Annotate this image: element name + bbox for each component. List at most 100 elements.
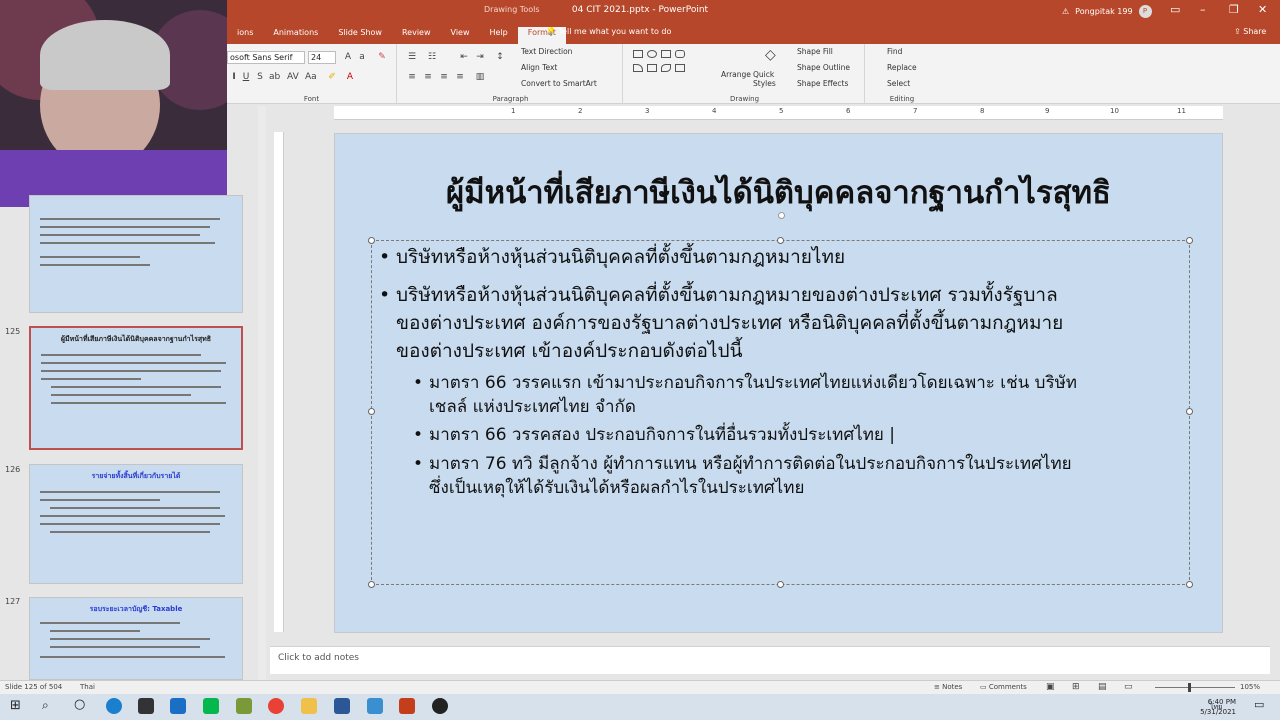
convert-smartart-button[interactable]: Convert to SmartArt bbox=[521, 79, 597, 88]
tab-review[interactable]: Review bbox=[392, 27, 441, 44]
resize-handle[interactable] bbox=[1186, 237, 1193, 244]
columns-icon[interactable]: ▥ bbox=[475, 72, 485, 82]
replace-button[interactable]: Replace bbox=[887, 63, 917, 72]
resize-handle[interactable] bbox=[368, 237, 375, 244]
arrange-button[interactable]: Arrange bbox=[721, 70, 751, 79]
restore-icon[interactable]: ❐ bbox=[1229, 3, 1239, 16]
change-case-icon[interactable]: Aa bbox=[305, 72, 317, 82]
share-button[interactable]: ⇪ Share bbox=[1234, 27, 1266, 36]
align-center-icon[interactable]: ≡ bbox=[423, 72, 433, 82]
resize-handle[interactable] bbox=[368, 581, 375, 588]
zoom-slider[interactable] bbox=[1155, 687, 1235, 688]
notes-button[interactable]: ≡ Notes bbox=[934, 683, 962, 691]
resize-handle[interactable] bbox=[777, 581, 784, 588]
slide-title[interactable]: ผู้มีหน้าที่เสียภาษีเงินได้นิติบุคคลจากฐ… bbox=[335, 167, 1222, 217]
font-size-box[interactable]: 24 bbox=[308, 51, 336, 64]
highlight-icon[interactable]: ✐ bbox=[327, 72, 337, 82]
align-right-icon[interactable]: ≡ bbox=[439, 72, 449, 82]
shape-arrow-icon[interactable] bbox=[647, 64, 657, 72]
increase-indent-icon[interactable]: ⇥ bbox=[475, 52, 485, 62]
word-icon[interactable] bbox=[334, 698, 350, 714]
strikethrough-icon[interactable]: ab bbox=[269, 72, 280, 82]
tab-animations[interactable]: Animations bbox=[263, 27, 328, 44]
quick-styles-button[interactable]: Quick Styles bbox=[753, 70, 779, 88]
increase-font-icon[interactable]: A bbox=[343, 52, 353, 62]
comments-button[interactable]: ▭ Comments bbox=[980, 683, 1027, 691]
file-explorer-icon[interactable] bbox=[301, 698, 317, 714]
tell-me-search[interactable]: 💡 Tell me what you want to do bbox=[546, 27, 671, 36]
language-indicator[interactable]: Thai bbox=[80, 683, 95, 691]
obs-icon[interactable] bbox=[432, 698, 448, 714]
reading-view-icon[interactable]: ▤ bbox=[1098, 682, 1107, 692]
text-direction-button[interactable]: Text Direction bbox=[521, 47, 572, 56]
slide-thumbnail[interactable]: รายจ่ายทั้งสิ้นที่เกี่ยวกับรายได้ bbox=[29, 464, 243, 584]
app-icon[interactable] bbox=[236, 698, 252, 714]
underline-icon[interactable]: U bbox=[241, 72, 251, 82]
powerpoint-icon[interactable] bbox=[399, 698, 415, 714]
clear-format-icon[interactable]: ✎ bbox=[377, 52, 387, 62]
align-left-icon[interactable]: ≡ bbox=[407, 72, 417, 82]
line-icon[interactable] bbox=[203, 698, 219, 714]
resize-handle[interactable] bbox=[368, 408, 375, 415]
char-spacing-icon[interactable]: AV bbox=[287, 72, 299, 82]
zoom-slider-thumb[interactable] bbox=[1188, 683, 1191, 692]
shape-textbox-icon[interactable] bbox=[633, 50, 643, 58]
bullets-icon[interactable]: ☰ bbox=[407, 52, 417, 62]
search-icon[interactable]: ⌕ bbox=[42, 698, 49, 713]
user-account[interactable]: ⚠ Pongpitak 199 P bbox=[1062, 5, 1152, 18]
content-textbox[interactable]: • บริษัทหรือห้างหุ้นส่วนนิติบุคคลที่ตั้งข… bbox=[368, 237, 1193, 588]
shape-curve-icon[interactable] bbox=[661, 64, 671, 72]
shape-fill-button[interactable]: Shape Fill bbox=[797, 47, 833, 56]
shadow-icon[interactable]: S bbox=[255, 72, 265, 82]
slide-thumbnail[interactable]: รอบระยะเวลาบัญชี: Taxable bbox=[29, 597, 243, 680]
shape-star-icon[interactable] bbox=[675, 64, 685, 72]
slideshow-icon[interactable]: ▭ bbox=[1124, 682, 1133, 692]
slide-sorter-icon[interactable]: ⊞ bbox=[1072, 682, 1080, 692]
store-icon[interactable] bbox=[138, 698, 154, 714]
tab-slide-show[interactable]: Slide Show bbox=[328, 27, 392, 44]
resize-handle[interactable] bbox=[777, 237, 784, 244]
zoom-level[interactable]: 105% bbox=[1240, 683, 1260, 691]
shape-outline-button[interactable]: Shape Outline bbox=[797, 63, 850, 72]
slide-thumbnail[interactable] bbox=[29, 195, 243, 313]
resize-handle[interactable] bbox=[1186, 581, 1193, 588]
rotate-handle[interactable] bbox=[778, 212, 785, 219]
chrome-icon[interactable] bbox=[268, 698, 284, 714]
notification-icon[interactable]: ▭ bbox=[1254, 698, 1264, 711]
shape-triangle-icon[interactable] bbox=[633, 64, 643, 72]
font-name-box[interactable]: osoft Sans Serif bbox=[227, 51, 305, 64]
edge-icon[interactable] bbox=[106, 698, 122, 714]
shape-oval-icon[interactable] bbox=[647, 50, 657, 58]
thumbnail-scrollbar[interactable] bbox=[258, 106, 266, 680]
line-spacing-icon[interactable]: ↕ bbox=[495, 52, 505, 62]
tab-view[interactable]: View bbox=[441, 27, 480, 44]
slide-canvas[interactable]: ผู้มีหน้าที่เสียภาษีเงินได้นิติบุคคลจากฐ… bbox=[334, 133, 1223, 633]
system-clock[interactable]: 6:40 PM 5/31/2021 bbox=[1200, 697, 1236, 717]
numbering-icon[interactable]: ☷ bbox=[427, 52, 437, 62]
decrease-font-icon[interactable]: a bbox=[357, 52, 367, 62]
windows-start-icon[interactable]: ⊞ bbox=[10, 698, 21, 713]
notes-pane[interactable]: Click to add notes bbox=[270, 646, 1270, 674]
font-color-icon[interactable]: A bbox=[345, 72, 355, 82]
bold-icon[interactable]: I bbox=[229, 72, 239, 82]
shape-rect-icon[interactable] bbox=[661, 50, 671, 58]
select-button[interactable]: Select bbox=[887, 79, 910, 88]
ribbon-display-icon[interactable]: ▭ bbox=[1170, 3, 1180, 16]
resize-handle[interactable] bbox=[1186, 408, 1193, 415]
mail-icon[interactable] bbox=[170, 698, 186, 714]
normal-view-icon[interactable]: ▣ bbox=[1046, 682, 1055, 692]
quick-styles-icon[interactable]: ◇ bbox=[765, 48, 776, 62]
find-button[interactable]: Find bbox=[887, 47, 902, 56]
close-icon[interactable]: ✕ bbox=[1258, 3, 1267, 16]
app-icon-2[interactable] bbox=[367, 698, 383, 714]
shape-rounded-icon[interactable] bbox=[675, 50, 685, 58]
slide-thumbnail-selected[interactable]: ผู้มีหน้าที่เสียภาษีเงินได้นิติบุคคลจากฐ… bbox=[29, 326, 243, 450]
justify-icon[interactable]: ≡ bbox=[455, 72, 465, 82]
decrease-indent-icon[interactable]: ⇤ bbox=[459, 52, 469, 62]
minimize-icon[interactable]: – bbox=[1200, 3, 1206, 16]
tab-help[interactable]: Help bbox=[480, 27, 518, 44]
tab-transitions[interactable]: ions bbox=[227, 27, 263, 44]
task-view-icon[interactable]: ○ bbox=[74, 697, 85, 712]
shape-effects-button[interactable]: Shape Effects bbox=[797, 79, 848, 88]
align-text-button[interactable]: Align Text bbox=[521, 63, 557, 72]
